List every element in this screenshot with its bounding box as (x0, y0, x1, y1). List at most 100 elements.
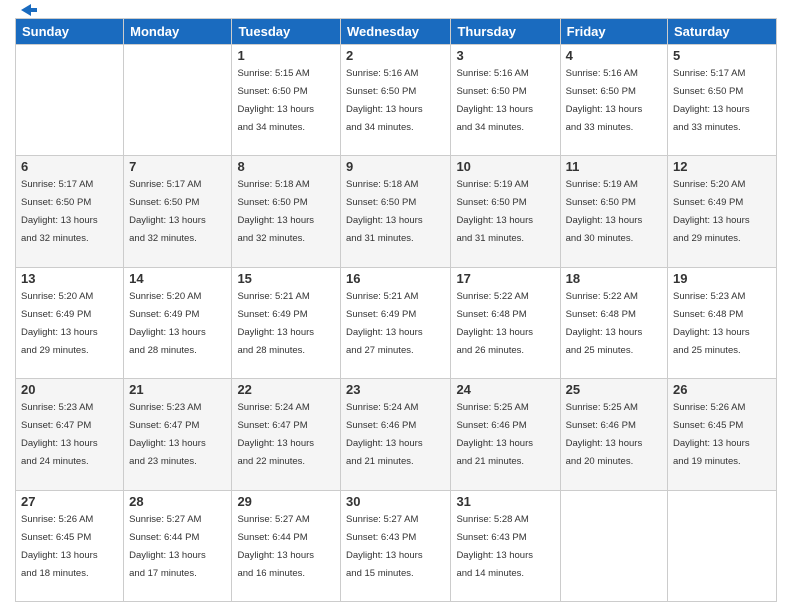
calendar-cell: 10 Sunrise: 5:19 AM Sunset: 6:50 PM Dayli… (451, 156, 560, 267)
day-info: Sunrise: 5:17 AM Sunset: 6:50 PM Dayligh… (21, 179, 98, 244)
day-info: Sunrise: 5:18 AM Sunset: 6:50 PM Dayligh… (237, 179, 314, 244)
day-number: 6 (21, 159, 118, 174)
logo-arrow-icon (17, 0, 37, 20)
day-number: 8 (237, 159, 335, 174)
calendar-cell (16, 45, 124, 156)
calendar-cell: 11 Sunrise: 5:19 AM Sunset: 6:50 PM Dayli… (560, 156, 667, 267)
calendar-cell: 30 Sunrise: 5:27 AM Sunset: 6:43 PM Dayli… (341, 490, 451, 601)
day-number: 4 (566, 48, 662, 63)
calendar-cell: 3Sunrise: 5:16 AM Sunset: 6:50 PM Daylig… (451, 45, 560, 156)
calendar-cell: 4Sunrise: 5:16 AM Sunset: 6:50 PM Daylig… (560, 45, 667, 156)
day-number: 1 (237, 48, 335, 63)
calendar-cell: 22 Sunrise: 5:24 AM Sunset: 6:47 PM Dayli… (232, 379, 341, 490)
day-info: Sunrise: 5:27 AM Sunset: 6:43 PM Dayligh… (346, 514, 423, 579)
day-number: 31 (456, 494, 554, 509)
day-number: 12 (673, 159, 771, 174)
day-number: 9 (346, 159, 445, 174)
day-info: Sunrise: 5:26 AM Sunset: 6:45 PM Dayligh… (673, 402, 750, 467)
day-number: 30 (346, 494, 445, 509)
col-header-sunday: Sunday (16, 19, 124, 45)
day-info: Sunrise: 5:20 AM Sunset: 6:49 PM Dayligh… (21, 291, 98, 356)
calendar-cell (668, 490, 777, 601)
day-info: Sunrise: 5:24 AM Sunset: 6:47 PM Dayligh… (237, 402, 314, 467)
week-row-4: 20Sunrise: 5:23 AM Sunset: 6:47 PM Dayli… (16, 379, 777, 490)
day-number: 2 (346, 48, 445, 63)
col-header-tuesday: Tuesday (232, 19, 341, 45)
day-info: Sunrise: 5:19 AM Sunset: 6:50 PM Dayligh… (456, 179, 533, 244)
col-header-monday: Monday (124, 19, 232, 45)
day-number: 23 (346, 382, 445, 397)
day-number: 24 (456, 382, 554, 397)
calendar-cell: 15 Sunrise: 5:21 AM Sunset: 6:49 PM Dayli… (232, 267, 341, 378)
col-header-friday: Friday (560, 19, 667, 45)
day-info: Sunrise: 5:23 AM Sunset: 6:48 PM Dayligh… (673, 291, 750, 356)
calendar-cell: 25 Sunrise: 5:25 AM Sunset: 6:46 PM Dayli… (560, 379, 667, 490)
week-row-5: 27Sunrise: 5:26 AM Sunset: 6:45 PM Dayli… (16, 490, 777, 601)
calendar-cell: 19 Sunrise: 5:23 AM Sunset: 6:48 PM Dayli… (668, 267, 777, 378)
day-number: 21 (129, 382, 226, 397)
col-header-wednesday: Wednesday (341, 19, 451, 45)
day-number: 14 (129, 271, 226, 286)
day-info: Sunrise: 5:17 AM Sunset: 6:50 PM Dayligh… (129, 179, 206, 244)
calendar-cell: 20Sunrise: 5:23 AM Sunset: 6:47 PM Dayli… (16, 379, 124, 490)
calendar-cell: 14 Sunrise: 5:20 AM Sunset: 6:49 PM Dayli… (124, 267, 232, 378)
calendar-cell: 2Sunrise: 5:16 AM Sunset: 6:50 PM Daylig… (341, 45, 451, 156)
week-row-2: 6 Sunrise: 5:17 AM Sunset: 6:50 PM Daylig… (16, 156, 777, 267)
day-number: 18 (566, 271, 662, 286)
day-number: 27 (21, 494, 118, 509)
page: SundayMondayTuesdayWednesdayThursdayFrid… (0, 0, 792, 612)
calendar-cell (124, 45, 232, 156)
calendar-cell: 18 Sunrise: 5:22 AM Sunset: 6:48 PM Dayli… (560, 267, 667, 378)
day-info: Sunrise: 5:20 AM Sunset: 6:49 PM Dayligh… (129, 291, 206, 356)
calendar-cell: 28Sunrise: 5:27 AM Sunset: 6:44 PM Dayli… (124, 490, 232, 601)
day-info: Sunrise: 5:25 AM Sunset: 6:46 PM Dayligh… (566, 402, 643, 467)
day-number: 11 (566, 159, 662, 174)
day-number: 15 (237, 271, 335, 286)
day-number: 16 (346, 271, 445, 286)
calendar-cell: 23Sunrise: 5:24 AM Sunset: 6:46 PM Dayli… (341, 379, 451, 490)
calendar-cell: 12 Sunrise: 5:20 AM Sunset: 6:49 PM Dayli… (668, 156, 777, 267)
day-info: Sunrise: 5:17 AM Sunset: 6:50 PM Dayligh… (673, 68, 750, 133)
day-number: 29 (237, 494, 335, 509)
day-info: Sunrise: 5:21 AM Sunset: 6:49 PM Dayligh… (346, 291, 423, 356)
calendar-cell: 31 Sunrise: 5:28 AM Sunset: 6:43 PM Dayli… (451, 490, 560, 601)
day-number: 3 (456, 48, 554, 63)
day-info: Sunrise: 5:21 AM Sunset: 6:49 PM Dayligh… (237, 291, 314, 356)
day-number: 25 (566, 382, 662, 397)
calendar-cell: 6 Sunrise: 5:17 AM Sunset: 6:50 PM Daylig… (16, 156, 124, 267)
calendar-table: SundayMondayTuesdayWednesdayThursdayFrid… (15, 18, 777, 602)
day-info: Sunrise: 5:22 AM Sunset: 6:48 PM Dayligh… (456, 291, 533, 356)
header-row: SundayMondayTuesdayWednesdayThursdayFrid… (16, 19, 777, 45)
day-number: 13 (21, 271, 118, 286)
day-info: Sunrise: 5:25 AM Sunset: 6:46 PM Dayligh… (456, 402, 533, 467)
day-info: Sunrise: 5:18 AM Sunset: 6:50 PM Dayligh… (346, 179, 423, 244)
calendar-cell: 24 Sunrise: 5:25 AM Sunset: 6:46 PM Dayli… (451, 379, 560, 490)
col-header-thursday: Thursday (451, 19, 560, 45)
day-info: Sunrise: 5:27 AM Sunset: 6:44 PM Dayligh… (129, 514, 206, 579)
calendar-cell: 29 Sunrise: 5:27 AM Sunset: 6:44 PM Dayli… (232, 490, 341, 601)
calendar-cell (560, 490, 667, 601)
day-info: Sunrise: 5:22 AM Sunset: 6:48 PM Dayligh… (566, 291, 643, 356)
day-info: Sunrise: 5:20 AM Sunset: 6:49 PM Dayligh… (673, 179, 750, 244)
calendar-cell: 13 Sunrise: 5:20 AM Sunset: 6:49 PM Dayli… (16, 267, 124, 378)
day-number: 7 (129, 159, 226, 174)
col-header-saturday: Saturday (668, 19, 777, 45)
day-info: Sunrise: 5:15 AM Sunset: 6:50 PM Dayligh… (237, 68, 314, 133)
calendar-cell: 1 Sunrise: 5:15 AM Sunset: 6:50 PM Daylig… (232, 45, 341, 156)
calendar-cell: 21 Sunrise: 5:23 AM Sunset: 6:47 PM Dayli… (124, 379, 232, 490)
day-info: Sunrise: 5:27 AM Sunset: 6:44 PM Dayligh… (237, 514, 314, 579)
day-number: 17 (456, 271, 554, 286)
day-info: Sunrise: 5:19 AM Sunset: 6:50 PM Dayligh… (566, 179, 643, 244)
calendar-cell: 5Sunrise: 5:17 AM Sunset: 6:50 PM Daylig… (668, 45, 777, 156)
calendar-cell: 17 Sunrise: 5:22 AM Sunset: 6:48 PM Dayli… (451, 267, 560, 378)
day-info: Sunrise: 5:23 AM Sunset: 6:47 PM Dayligh… (21, 402, 98, 467)
day-number: 26 (673, 382, 771, 397)
calendar-cell: 7 Sunrise: 5:17 AM Sunset: 6:50 PM Daylig… (124, 156, 232, 267)
calendar-cell: 16 Sunrise: 5:21 AM Sunset: 6:49 PM Dayli… (341, 267, 451, 378)
calendar-cell: 9 Sunrise: 5:18 AM Sunset: 6:50 PM Daylig… (341, 156, 451, 267)
day-info: Sunrise: 5:28 AM Sunset: 6:43 PM Dayligh… (456, 514, 533, 579)
day-number: 22 (237, 382, 335, 397)
day-number: 19 (673, 271, 771, 286)
day-info: Sunrise: 5:23 AM Sunset: 6:47 PM Dayligh… (129, 402, 206, 467)
day-number: 10 (456, 159, 554, 174)
